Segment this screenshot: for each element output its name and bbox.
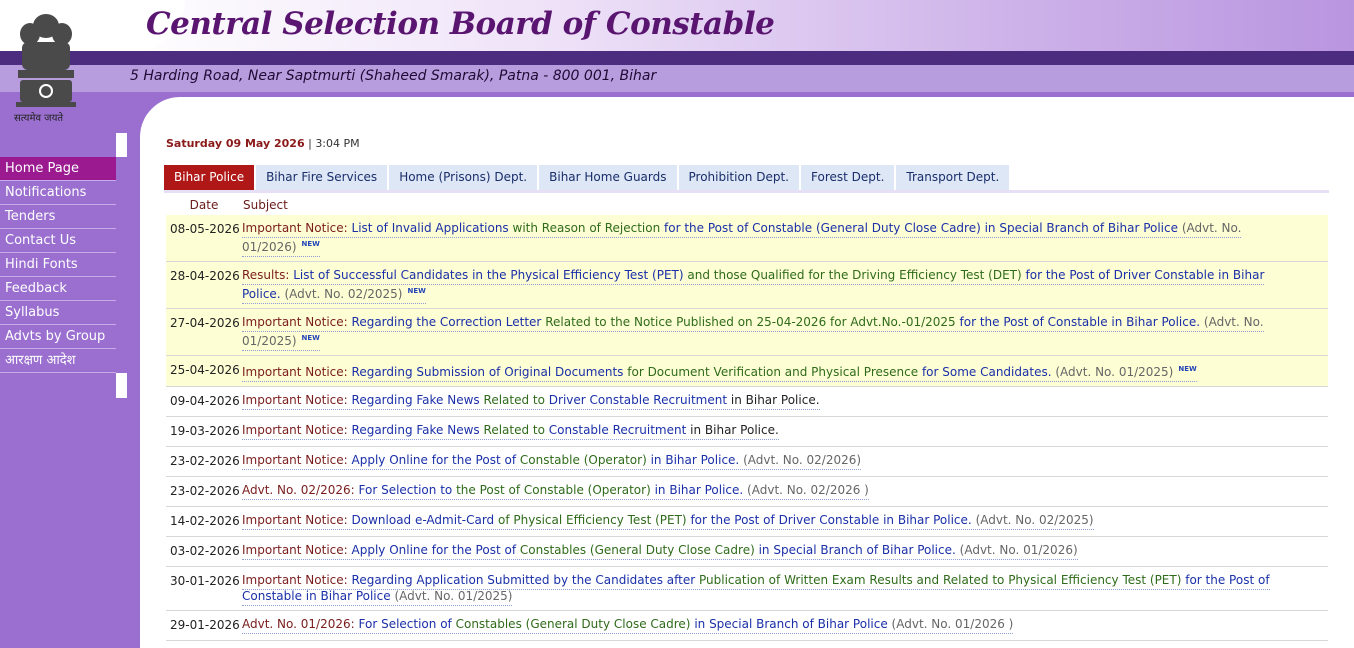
table-header: Date Subject: [166, 195, 1328, 215]
header-divider: [0, 51, 1354, 65]
table-row: 14-02-2026 Important Notice: Download e-…: [166, 507, 1328, 537]
row-date: 30-01-2026: [170, 574, 240, 588]
row-date: 14-02-2026: [170, 514, 240, 528]
table-row: 19-03-2026 Important Notice: Regarding F…: [166, 417, 1328, 447]
sidebar-item-advts-by-group[interactable]: Advts by Group: [0, 325, 116, 349]
table-row: 30-01-2026 Important Notice: Regarding A…: [166, 567, 1328, 611]
notice-link[interactable]: Important Notice: Apply Online for the P…: [242, 453, 862, 470]
table-row: 29-01-2026 Advt. No. 01/2026: For Select…: [166, 611, 1328, 641]
current-date: Saturday 09 May 2026: [166, 137, 305, 150]
new-badge: NEW: [301, 334, 320, 342]
row-date: 23-02-2026: [170, 484, 240, 498]
sidebar-item-notifications[interactable]: Notifications: [0, 181, 116, 205]
notice-table: Date Subject 08-05-2026 Important Notice…: [166, 195, 1328, 641]
sidebar-item-home[interactable]: Home Page: [0, 157, 116, 181]
column-header-subject: Subject: [243, 198, 288, 212]
notice-link[interactable]: Results: List of Successful Candidates i…: [242, 268, 1265, 304]
notice-link[interactable]: Important Notice: Regarding Fake News Re…: [242, 393, 820, 410]
table-row: 25-04-2026 Important Notice: Regarding S…: [166, 356, 1328, 387]
tab-bihar-home-guards[interactable]: Bihar Home Guards: [539, 165, 677, 190]
table-row: 23-02-2026 Important Notice: Apply Onlin…: [166, 447, 1328, 477]
table-row: 03-02-2026 Important Notice: Apply Onlin…: [166, 537, 1328, 567]
notice-link[interactable]: Important Notice: Regarding Fake News Re…: [242, 423, 779, 440]
notice-link[interactable]: Important Notice: List of Invalid Applic…: [242, 221, 1242, 257]
row-date: 23-02-2026: [170, 454, 240, 468]
address-band: 5 Harding Road, Near Saptmurti (Shaheed …: [0, 65, 1354, 92]
notice-link[interactable]: Advt. No. 02/2026: For Selection to the …: [242, 483, 869, 500]
row-date: 09-04-2026: [170, 394, 240, 408]
row-date: 27-04-2026: [170, 316, 240, 330]
table-row: 08-05-2026 Important Notice: List of Inv…: [166, 215, 1328, 262]
notice-link[interactable]: Advt. No. 01/2026: For Selection of Cons…: [242, 617, 1014, 634]
sidebar-menu: Home Page Notifications Tenders Contact …: [0, 157, 127, 373]
sidebar-item-reservation-order[interactable]: आरक्षण आदेश: [0, 349, 116, 373]
row-date: 19-03-2026: [170, 424, 240, 438]
notice-link[interactable]: Important Notice: Regarding Submission o…: [242, 365, 1197, 382]
table-row: 27-04-2026 Important Notice: Regarding t…: [166, 309, 1328, 356]
department-tabs: Bihar Police Bihar Fire Services Home (P…: [164, 165, 1011, 190]
new-badge: NEW: [1178, 365, 1197, 373]
table-row: 09-04-2026 Important Notice: Regarding F…: [166, 387, 1328, 417]
tab-transport-dept[interactable]: Transport Dept.: [896, 165, 1010, 190]
new-badge: NEW: [407, 287, 426, 295]
tab-bihar-police[interactable]: Bihar Police: [164, 165, 255, 190]
notice-link[interactable]: Important Notice: Download e-Admit-Card …: [242, 513, 1094, 530]
date-line: Saturday 09 May 2026 | 3:04 PM: [166, 137, 360, 150]
address-text: 5 Harding Road, Near Saptmurti (Shaheed …: [130, 68, 657, 84]
sidebar-item-tenders[interactable]: Tenders: [0, 205, 116, 229]
sidebar-item-feedback[interactable]: Feedback: [0, 277, 116, 301]
tab-prohibition-dept[interactable]: Prohibition Dept.: [678, 165, 799, 190]
national-emblem-icon: [16, 14, 76, 107]
emblem-caption: सत्यमेव जयते: [14, 113, 64, 124]
row-date: 08-05-2026: [170, 222, 240, 236]
row-date: 03-02-2026: [170, 544, 240, 558]
main-panel: Saturday 09 May 2026 | 3:04 PM Bihar Pol…: [140, 97, 1354, 648]
notice-link[interactable]: Important Notice: Regarding the Correcti…: [242, 315, 1264, 351]
notice-link[interactable]: Important Notice: Apply Online for the P…: [242, 543, 1078, 560]
sidebar-item-contact-us[interactable]: Contact Us: [0, 229, 116, 253]
sidebar-item-hindi-fonts[interactable]: Hindi Fonts: [0, 253, 116, 277]
site-title: Central Selection Board of Constable: [146, 6, 775, 42]
current-time: 3:04 PM: [315, 137, 360, 150]
tab-bihar-fire-services[interactable]: Bihar Fire Services: [256, 165, 388, 190]
new-badge: NEW: [301, 240, 320, 248]
tab-home-prisons-dept[interactable]: Home (Prisons) Dept.: [389, 165, 538, 190]
row-date: 29-01-2026: [170, 618, 240, 632]
sidebar-item-syllabus[interactable]: Syllabus: [0, 301, 116, 325]
table-row: 28-04-2026 Results: List of Successful C…: [166, 262, 1328, 309]
date-separator: |: [304, 137, 316, 150]
row-date: 28-04-2026: [170, 269, 240, 283]
notice-link[interactable]: Important Notice: Regarding Application …: [242, 573, 1270, 606]
tab-forest-dept[interactable]: Forest Dept.: [801, 165, 895, 190]
table-row: 23-02-2026 Advt. No. 02/2026: For Select…: [166, 477, 1328, 507]
row-date: 25-04-2026: [170, 363, 240, 377]
tab-underline: [164, 190, 1329, 193]
column-header-date: Date: [189, 198, 219, 212]
